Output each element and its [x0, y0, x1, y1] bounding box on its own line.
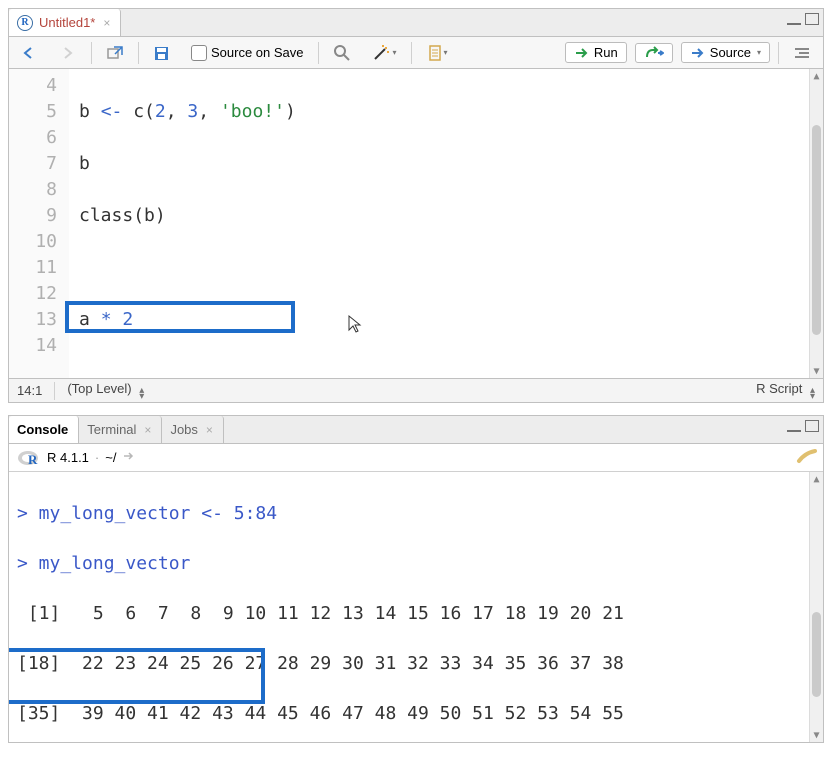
line-number: 6: [9, 125, 57, 151]
scroll-thumb[interactable]: [812, 125, 821, 335]
popout-button[interactable]: [100, 43, 130, 63]
code-line[interactable]: b <- c(2, 3, 'boo!'): [79, 99, 823, 125]
line-number: 13: [9, 307, 57, 333]
scope-label: (Top Level): [67, 381, 131, 396]
console-info-bar: R R 4.1.1 · ~/: [9, 444, 823, 472]
separator: [138, 42, 139, 64]
tab-title: Untitled1*: [39, 15, 95, 30]
checkbox-icon: [191, 45, 207, 61]
r-logo-icon: R: [17, 449, 41, 467]
dropdown-icon: ▾: [757, 48, 761, 57]
scroll-up-icon[interactable]: ▲: [810, 69, 823, 83]
maximize-icon[interactable]: [805, 420, 819, 432]
info-sep: ·: [95, 450, 99, 465]
close-icon[interactable]: ×: [144, 423, 151, 437]
close-icon[interactable]: ×: [103, 16, 110, 30]
scroll-up-icon[interactable]: ▲: [810, 472, 823, 486]
console-line: > my_long_vector <- 5:84: [17, 501, 815, 526]
tab-label: Jobs: [170, 422, 197, 437]
updown-icon: ▴▾: [139, 388, 144, 400]
language-selector[interactable]: R Script ▴▾: [756, 381, 815, 400]
scroll-down-icon[interactable]: ▼: [810, 364, 823, 378]
console-tabstrip: Console Terminal × Jobs ×: [9, 416, 823, 444]
console-line: [35] 39 40 41 42 43 44 45 46 47 48 49 50…: [17, 701, 815, 726]
updown-icon: ▴▾: [810, 388, 815, 400]
code-line[interactable]: [79, 255, 823, 281]
code-editor[interactable]: 4 5 6 7 8 9 10 11 12 13 14 b <- c(2, 3, …: [9, 69, 823, 378]
line-number: 11: [9, 255, 57, 281]
code-area[interactable]: b <- c(2, 3, 'boo!') b class(b) a * 2 my…: [69, 69, 823, 378]
line-number: 12: [9, 281, 57, 307]
console-body[interactable]: > my_long_vector <- 5:84 > my_long_vecto…: [9, 472, 823, 742]
tab-jobs[interactable]: Jobs ×: [162, 416, 223, 443]
svg-text:R: R: [28, 452, 38, 467]
console-line: [1] 5 6 7 8 9 10 11 12 13 14 15 16 17 18…: [17, 601, 815, 626]
dropdown-icon: ▾: [444, 48, 448, 57]
find-button[interactable]: [327, 42, 357, 64]
working-dir[interactable]: ~/: [105, 450, 116, 465]
tab-untitled1[interactable]: R Untitled1* ×: [9, 9, 121, 36]
code-line[interactable]: class(b): [79, 203, 823, 229]
rerun-button[interactable]: [635, 43, 673, 63]
tab-label: Terminal: [87, 422, 136, 437]
line-number: 4: [9, 73, 57, 99]
editor-scrollbar[interactable]: ▲ ▼: [809, 69, 823, 378]
goto-dir-icon[interactable]: [122, 450, 136, 465]
pane-controls: [787, 420, 819, 432]
save-button[interactable]: [147, 43, 177, 63]
console-line: [18] 22 23 24 25 26 27 28 29 30 31 32 33…: [17, 651, 815, 676]
source-on-save-toggle[interactable]: Source on Save: [185, 43, 310, 63]
run-button[interactable]: Run: [565, 42, 627, 63]
scroll-thumb[interactable]: [812, 612, 821, 697]
code-line[interactable]: a * 2: [79, 307, 823, 333]
line-number: 14: [9, 333, 57, 359]
wand-button[interactable]: ▾: [365, 42, 403, 64]
tab-label: Console: [17, 422, 68, 437]
source-label: Source: [710, 45, 751, 60]
gutter: 4 5 6 7 8 9 10 11 12 13 14: [9, 69, 69, 378]
code-line[interactable]: b: [79, 151, 823, 177]
line-number: 7: [9, 151, 57, 177]
console-line: > my_long_vector: [17, 551, 815, 576]
line-number: 9: [9, 203, 57, 229]
separator: [318, 42, 319, 64]
console-scrollbar[interactable]: ▲ ▼: [809, 472, 823, 742]
line-number: 8: [9, 177, 57, 203]
r-file-icon: R: [17, 15, 33, 31]
code-line[interactable]: [79, 359, 823, 378]
outline-button[interactable]: [787, 44, 817, 62]
language-label: R Script: [756, 381, 802, 396]
source-pane: R Untitled1* × Source on Save: [8, 8, 824, 403]
separator: [778, 42, 779, 64]
line-number: 10: [9, 229, 57, 255]
pane-controls: [787, 13, 819, 25]
tab-console[interactable]: Console: [9, 416, 79, 443]
nav-back-button[interactable]: [15, 43, 45, 63]
r-version: R 4.1.1: [47, 450, 89, 465]
cursor-position: 14:1: [17, 383, 42, 398]
dropdown-icon: ▾: [393, 48, 397, 57]
source-tabstrip: R Untitled1* ×: [9, 9, 823, 37]
nav-forward-button[interactable]: [53, 43, 83, 63]
notebook-button[interactable]: ▾: [420, 42, 454, 64]
separator: [91, 42, 92, 64]
source-toolbar: Source on Save ▾ ▾ Run Source ▾: [9, 37, 823, 69]
minimize-icon[interactable]: [787, 15, 801, 25]
close-icon[interactable]: ×: [206, 423, 213, 437]
scope-selector[interactable]: (Top Level) ▴▾: [67, 381, 144, 400]
line-number: 5: [9, 99, 57, 125]
source-statusbar: 14:1 (Top Level) ▴▾ R Script ▴▾: [9, 378, 823, 402]
maximize-icon[interactable]: [805, 13, 819, 25]
scroll-down-icon[interactable]: ▼: [810, 728, 823, 742]
clear-console-icon[interactable]: [795, 447, 817, 468]
separator: [54, 382, 55, 400]
separator: [411, 42, 412, 64]
source-button[interactable]: Source ▾: [681, 42, 770, 63]
run-label: Run: [594, 45, 618, 60]
console-pane: Console Terminal × Jobs × R R 4.1.1 · ~/…: [8, 415, 824, 743]
source-on-save-label: Source on Save: [211, 45, 304, 60]
minimize-icon[interactable]: [787, 422, 801, 432]
tab-terminal[interactable]: Terminal ×: [79, 416, 162, 443]
